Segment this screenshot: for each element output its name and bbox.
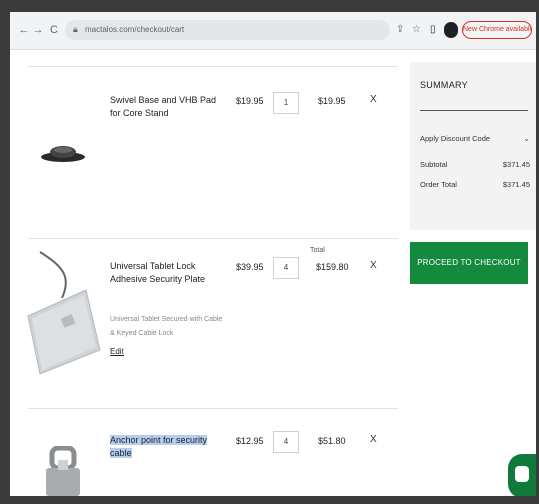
product-name[interactable]: Anchor point for security cable <box>110 434 222 460</box>
subtotal-row: Subtotal $371.45 <box>420 160 530 169</box>
chat-widget-button[interactable] <box>508 454 536 496</box>
item-divider <box>28 66 398 67</box>
edit-item-link[interactable]: Edit <box>110 347 124 356</box>
bookmark-star-icon[interactable]: ☆ <box>412 23 421 37</box>
product-image-swivel-base[interactable] <box>38 142 88 164</box>
line-total: $159.80 <box>316 262 349 272</box>
quantity-input[interactable]: 4 <box>273 431 299 453</box>
total-label: Total <box>310 247 325 254</box>
reload-icon[interactable]: C <box>48 23 60 37</box>
order-total-row: Order Total $371.45 <box>420 180 530 189</box>
cart-page: Swivel Base and VHB Pad for Core Stand $… <box>10 50 536 496</box>
line-total: $19.95 <box>318 96 346 106</box>
product-price: $19.95 <box>236 96 264 106</box>
summary-title: SUMMARY <box>420 80 468 90</box>
remove-item-icon[interactable]: X <box>370 94 377 105</box>
discount-code-toggle[interactable]: Apply Discount Code ⌄ <box>420 134 530 143</box>
product-name[interactable]: Swivel Base and VHB Pad for Core Stand <box>110 94 218 120</box>
product-option: Universal Tablet Secured with Cable <box>110 316 223 323</box>
discount-label: Apply Discount Code <box>420 134 491 143</box>
back-icon[interactable]: ← <box>18 23 30 37</box>
lock-icon: 🔒︎ <box>73 24 78 34</box>
order-summary-panel: SUMMARY Apply Discount Code ⌄ Subtotal $… <box>410 62 536 230</box>
url-text[interactable]: mactalos.com/checkout/cart <box>85 24 184 36</box>
summary-divider <box>420 110 528 111</box>
quantity-input[interactable]: 4 <box>273 257 299 279</box>
subtotal-label: Subtotal <box>420 160 448 169</box>
screenshot-frame: ← → C 🔒︎ mactalos.com/checkout/cart ⇪ ☆ … <box>0 0 539 504</box>
chat-icon <box>515 466 529 482</box>
subtotal-value: $371.45 <box>502 160 530 169</box>
browser-toolbar: ← → C 🔒︎ mactalos.com/checkout/cart ⇪ ☆ … <box>10 12 536 50</box>
item-divider <box>28 408 398 409</box>
profile-avatar[interactable] <box>444 22 458 38</box>
product-name[interactable]: Universal Tablet Lock Adhesive Security … <box>110 260 222 286</box>
extension-icon[interactable]: ▯ <box>430 23 436 37</box>
browser-window: ← → C 🔒︎ mactalos.com/checkout/cart ⇪ ☆ … <box>10 12 536 496</box>
remove-item-icon[interactable]: X <box>370 434 377 445</box>
line-total: $51.80 <box>318 436 346 446</box>
order-total-value: $371.45 <box>502 180 530 189</box>
share-icon[interactable]: ⇪ <box>396 23 404 37</box>
quantity-input[interactable]: 1 <box>273 92 299 114</box>
chevron-down-icon: ⌄ <box>523 134 530 143</box>
remove-item-icon[interactable]: X <box>370 260 377 271</box>
product-option: & Keyed Cable Lock <box>110 330 174 337</box>
address-bar[interactable]: 🔒︎ mactalos.com/checkout/cart <box>65 20 390 40</box>
proceed-to-checkout-button[interactable]: PROCEED TO CHECKOUT <box>410 242 528 284</box>
product-price: $12.95 <box>236 436 264 446</box>
product-image-anchor-point[interactable] <box>38 445 88 496</box>
product-price: $39.95 <box>236 262 264 272</box>
order-total-label: Order Total <box>420 180 457 189</box>
chrome-update-button[interactable]: New Chrome available <box>462 21 532 39</box>
item-divider <box>28 238 398 239</box>
forward-icon[interactable]: → <box>32 23 44 37</box>
product-image-tablet-plate[interactable] <box>22 246 102 378</box>
